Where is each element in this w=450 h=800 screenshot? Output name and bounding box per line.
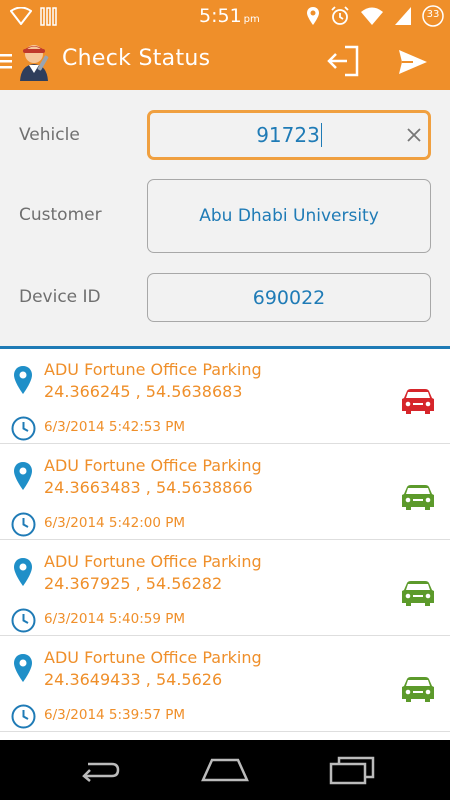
send-icon[interactable]	[397, 47, 429, 77]
status-ampm: pm	[243, 14, 260, 25]
menu-icon[interactable]	[0, 53, 12, 69]
clock-icon	[11, 704, 36, 729]
text-cursor	[320, 123, 322, 147]
status-clock: 5:51 pm	[199, 5, 260, 27]
status-right-icons: 33	[306, 4, 444, 28]
location-name: ADU Fortune Office Parking	[44, 552, 262, 571]
car-icon	[402, 389, 434, 414]
wifi-icon	[10, 7, 32, 25]
vehicle-label: Vehicle	[19, 125, 80, 145]
map-pin-icon	[14, 366, 32, 394]
clock-icon	[11, 512, 36, 537]
battery-level: 33	[426, 9, 440, 20]
device-id-value: 690022	[252, 286, 326, 309]
mechanic-logo-icon[interactable]	[15, 41, 55, 81]
app-bar: Check Status	[0, 32, 450, 90]
coordinates: 24.3663483 , 54.5638866	[44, 478, 253, 497]
vehicle-form: Vehicle 91723 Customer Abu Dhabi Univers…	[0, 90, 450, 346]
timestamp: 6/3/2014 5:42:53 PM	[44, 419, 186, 435]
list-item[interactable]: ADU Fortune Office Parking 24.367925 , 5…	[0, 541, 450, 636]
logout-icon[interactable]	[325, 44, 361, 78]
timestamp: 6/3/2014 5:42:00 PM	[44, 515, 186, 531]
back-icon[interactable]	[78, 758, 122, 782]
clock-icon	[11, 608, 36, 633]
alarm-icon	[331, 6, 349, 25]
map-pin-icon	[14, 462, 32, 490]
timestamp: 6/3/2014 5:40:59 PM	[44, 611, 186, 627]
map-pin-icon	[14, 654, 32, 682]
status-time: 5:51	[199, 5, 242, 27]
map-pin-icon	[14, 558, 32, 586]
customer-label: Customer	[19, 205, 102, 225]
location-name: ADU Fortune Office Parking	[44, 360, 262, 379]
location-name: ADU Fortune Office Parking	[44, 456, 262, 475]
car-icon	[402, 581, 434, 606]
device-id-field[interactable]: 690022	[147, 273, 431, 322]
location-history-list: ADU Fortune Office Parking 24.366245 , 5…	[0, 349, 450, 740]
car-icon	[402, 485, 434, 510]
system-nav-bar	[0, 740, 450, 800]
clear-icon[interactable]	[404, 125, 424, 145]
signal-full-icon	[395, 7, 411, 25]
list-item[interactable]: ADU Fortune Office Parking 24.3663483 , …	[0, 445, 450, 540]
car-icon	[402, 677, 434, 702]
signal-icon	[40, 7, 57, 26]
location-icon	[307, 7, 319, 25]
list-item[interactable]: ADU Fortune Office Parking 24.366245 , 5…	[0, 349, 450, 444]
vehicle-value: 91723	[256, 123, 320, 147]
list-item[interactable]: ADU Fortune Office Parking 24.3649433 , …	[0, 637, 450, 732]
timestamp: 6/3/2014 5:39:57 PM	[44, 707, 186, 723]
page-title: Check Status	[62, 46, 211, 71]
clock-icon	[11, 416, 36, 441]
vehicle-input[interactable]: 91723	[147, 110, 431, 160]
coordinates: 24.366245 , 54.5638683	[44, 382, 243, 401]
customer-field[interactable]: Abu Dhabi University	[147, 179, 431, 253]
customer-value: Abu Dhabi University	[199, 206, 379, 226]
battery-icon: 33	[422, 5, 444, 27]
status-left-icons	[10, 6, 58, 26]
status-bar: 5:51 pm 33	[0, 0, 450, 32]
recent-apps-icon[interactable]	[328, 754, 376, 786]
coordinates: 24.367925 , 54.56282	[44, 574, 223, 593]
coordinates: 24.3649433 , 54.5626	[44, 670, 223, 689]
device-id-label: Device ID	[19, 287, 101, 307]
home-icon[interactable]	[200, 754, 250, 784]
wifi-full-icon	[361, 7, 383, 25]
location-name: ADU Fortune Office Parking	[44, 648, 262, 667]
